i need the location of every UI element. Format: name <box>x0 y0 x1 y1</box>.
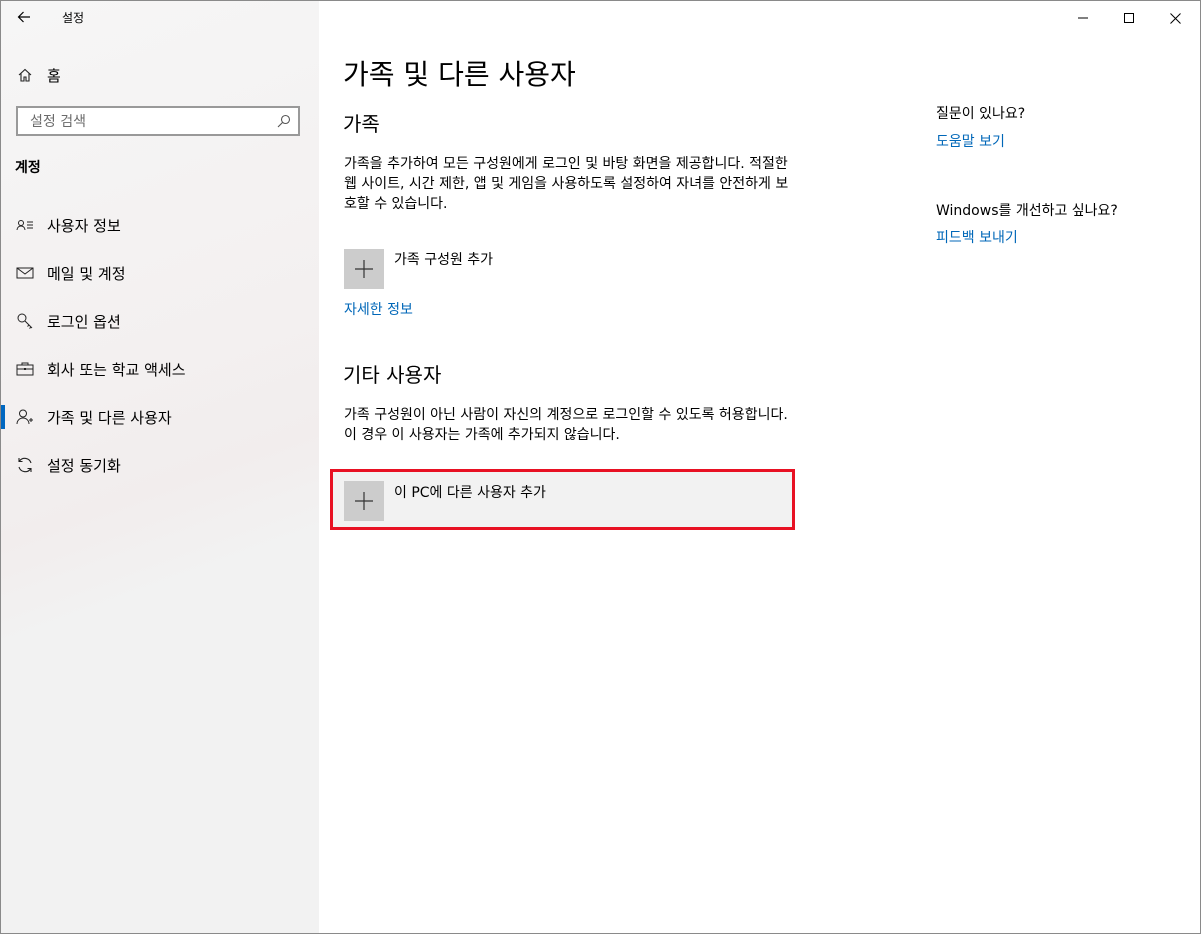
sidebar-item-family-other-users[interactable]: 가족 및 다른 사용자 <box>1 399 319 435</box>
help-question: 질문이 있나요? <box>936 106 1026 122</box>
back-button[interactable] <box>11 6 37 30</box>
improve-question: Windows를 개선하고 싶나요? <box>936 203 1118 219</box>
maximize-icon <box>1124 13 1134 23</box>
search-box[interactable] <box>16 106 300 136</box>
sidebar-item-label: 로그인 옵션 <box>47 313 121 331</box>
more-info-link[interactable]: 자세한 정보 <box>344 299 413 319</box>
sidebar-item-work-school[interactable]: 회사 또는 학교 액세스 <box>1 351 319 387</box>
sidebar: 설정 홈 계정 사용자 정보 메일 및 계정 <box>1 1 319 933</box>
page-title: 가족 및 다른 사용자 <box>343 58 576 91</box>
family-heading: 가족 <box>343 112 380 136</box>
sidebar-item-label: 설정 동기화 <box>47 457 121 475</box>
close-button[interactable] <box>1152 1 1198 35</box>
home-icon <box>15 65 35 85</box>
feedback-link[interactable]: 피드백 보내기 <box>936 227 1018 247</box>
sidebar-item-user-info[interactable]: 사용자 정보 <box>1 207 319 243</box>
user-info-icon <box>15 215 35 235</box>
add-family-member-button[interactable] <box>344 249 384 289</box>
add-other-user-row[interactable]: 이 PC에 다른 사용자 추가 <box>330 469 795 530</box>
app-title: 설정 <box>62 11 85 25</box>
main-content: 가족 및 다른 사용자 가족 가족을 추가하여 모든 구성원에게 로그인 및 바… <box>319 1 1200 933</box>
sidebar-item-label: 가족 및 다른 사용자 <box>47 409 172 427</box>
window-controls <box>1060 1 1200 35</box>
add-other-user-button[interactable] <box>344 481 384 521</box>
add-family-member-label[interactable]: 가족 구성원 추가 <box>394 249 493 269</box>
minimize-icon <box>1078 17 1088 19</box>
close-icon <box>1169 12 1181 24</box>
sidebar-item-label: 메일 및 계정 <box>47 265 126 283</box>
sidebar-item-home[interactable]: 홈 <box>1 59 319 91</box>
maximize-button[interactable] <box>1106 1 1152 35</box>
briefcase-icon <box>15 359 35 379</box>
other-users-description: 가족 구성원이 아닌 사람이 자신의 계정으로 로그인할 수 있도록 허용합니다… <box>344 407 788 443</box>
sidebar-item-mail-accounts[interactable]: 메일 및 계정 <box>1 255 319 291</box>
search-icon[interactable] <box>276 113 292 129</box>
sidebar-section-header: 계정 <box>15 160 41 176</box>
person-icon <box>15 407 35 427</box>
sidebar-item-sync-settings[interactable]: 설정 동기화 <box>1 447 319 483</box>
other-users-heading: 기타 사용자 <box>343 363 442 387</box>
sidebar-item-sign-in-options[interactable]: 로그인 옵션 <box>1 303 319 339</box>
sidebar-item-label: 사용자 정보 <box>47 217 121 235</box>
back-arrow-icon <box>17 11 30 23</box>
key-icon <box>15 311 35 331</box>
help-link[interactable]: 도움말 보기 <box>936 131 1005 151</box>
sync-icon <box>15 455 35 475</box>
search-input[interactable] <box>28 111 272 133</box>
settings-window: 설정 홈 계정 사용자 정보 메일 및 계정 <box>0 0 1201 934</box>
sidebar-item-label: 홈 <box>47 67 61 85</box>
plus-icon <box>355 492 373 510</box>
title-bar: 설정 <box>1 1 319 35</box>
minimize-button[interactable] <box>1060 1 1106 35</box>
sidebar-item-label: 회사 또는 학교 액세스 <box>47 361 186 379</box>
add-other-user-label[interactable]: 이 PC에 다른 사용자 추가 <box>394 482 546 502</box>
mail-icon <box>15 263 35 283</box>
family-description: 가족을 추가하여 모든 구성원에게 로그인 및 바탕 화면을 제공합니다. 적절… <box>344 156 789 212</box>
plus-icon <box>355 260 373 278</box>
